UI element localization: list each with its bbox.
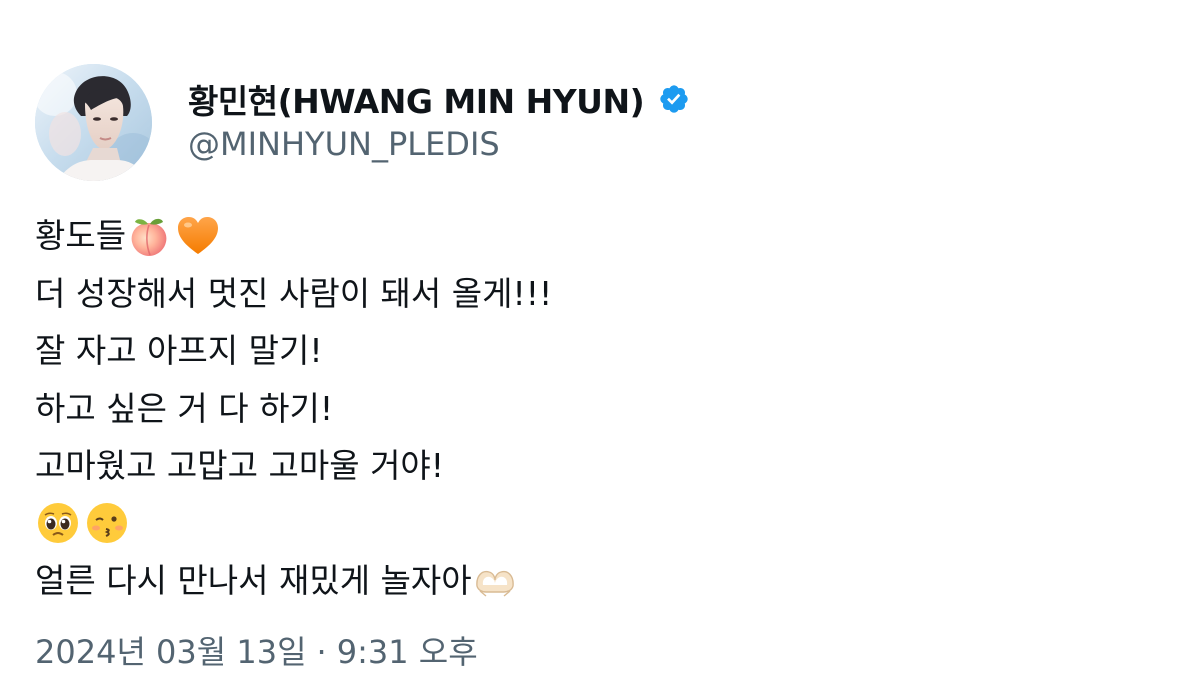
tweet-line-text: 고마웠고 고맙고 고마울 거야! bbox=[35, 446, 445, 485]
tweet-line-text: 더 성장해서 멋진 사람이 돼서 올게!!! bbox=[35, 273, 553, 313]
orange-heart-emoji-icon bbox=[175, 213, 221, 259]
tweet-line-5: 고마웠고 고맙고 고마울 거야! bbox=[35, 437, 1155, 495]
avatar[interactable] bbox=[35, 64, 152, 181]
tweet-line-3: 잘 자고 아프지 말기! bbox=[35, 322, 1155, 380]
tweet-time[interactable]: 9:31 오후 bbox=[337, 633, 478, 671]
avatar-photo bbox=[35, 64, 152, 181]
timestamp-separator: · bbox=[316, 633, 327, 671]
tweet-line-6 bbox=[35, 495, 1155, 553]
heart-hands-emoji-icon bbox=[472, 558, 518, 604]
tweet-date[interactable]: 2024년 03월 13일 bbox=[35, 633, 307, 671]
tweet-line-text: 잘 자고 아프지 말기! bbox=[35, 331, 323, 370]
tweet-line-text: 하고 싶은 거 다 하기! bbox=[35, 388, 334, 428]
pleading-face-emoji-icon bbox=[35, 500, 81, 546]
author-display-name[interactable]: 황민현(HWANG MIN HYUN) bbox=[188, 75, 645, 123]
kissing-face-emoji-icon bbox=[84, 500, 130, 546]
tweet-line-4: 하고 싶은 거 다 하기! bbox=[35, 380, 1155, 438]
tweet-text: 황도들 더 성장해서 멋진 사람이 돼서 올게!!! 잘 자고 아프지 말기! … bbox=[35, 207, 1155, 610]
author-name-row[interactable]: 황민현(HWANG MIN HYUN) bbox=[188, 76, 690, 122]
author-handle[interactable]: @MINHYUN_PLEDIS bbox=[188, 122, 500, 166]
tweet-timestamp[interactable]: 2024년 03월 13일 · 9:31 오후 bbox=[35, 630, 478, 674]
verified-badge-icon bbox=[658, 83, 690, 115]
tweet-line-1: 황도들 bbox=[35, 207, 1155, 265]
tweet-line-7: 얼른 다시 만나서 재밌게 놀자아 bbox=[35, 552, 1155, 610]
peach-emoji-icon bbox=[126, 213, 172, 259]
tweet-line-text: 얼른 다시 만나서 재밌게 놀자아 bbox=[35, 561, 472, 600]
tweet-line-text: 황도들 bbox=[35, 216, 127, 255]
tweet-card: 황민현(HWANG MIN HYUN) @MINHYUN_PLEDIS 황도들 bbox=[0, 0, 1200, 693]
tweet-line-2: 더 성장해서 멋진 사람이 돼서 올게!!! bbox=[35, 265, 1155, 323]
